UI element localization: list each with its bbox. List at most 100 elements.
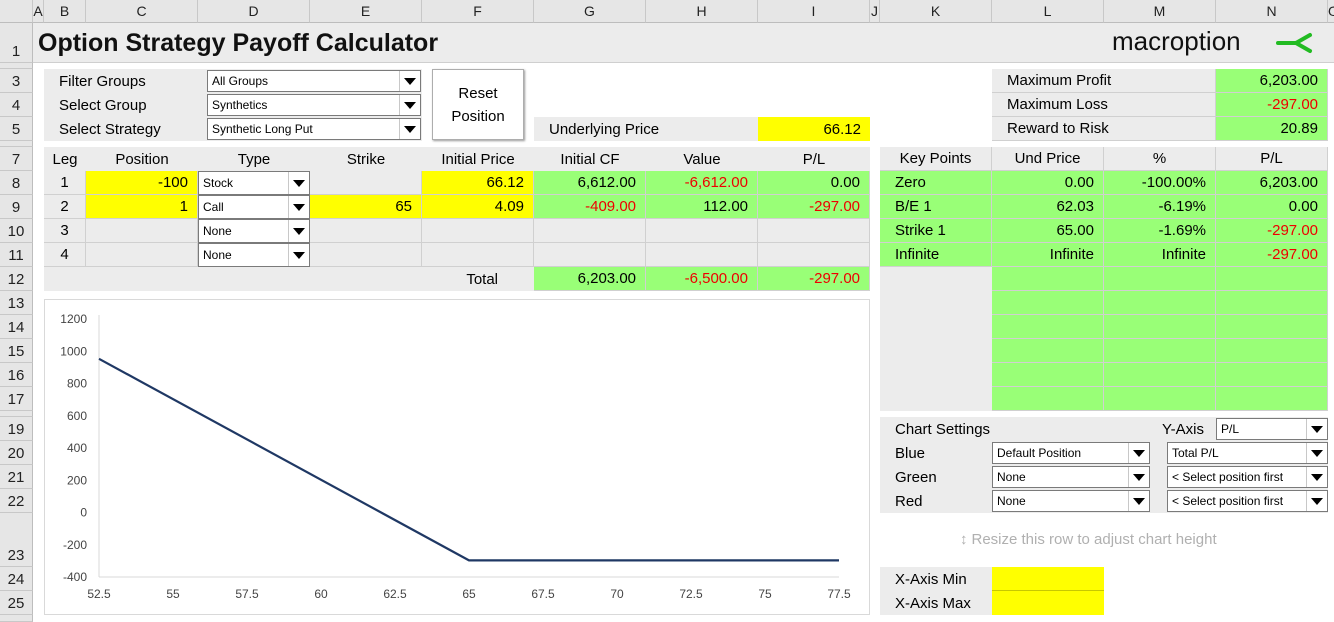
reward-to-risk-label: Reward to Risk bbox=[992, 117, 1216, 141]
col-header-h[interactable]: H bbox=[646, 0, 758, 23]
blue-position-dropdown[interactable]: Default Position bbox=[992, 442, 1150, 464]
chevron-down-icon[interactable] bbox=[288, 220, 309, 242]
chevron-down-icon[interactable] bbox=[1306, 419, 1327, 439]
row-header-5[interactable]: 5 bbox=[0, 117, 33, 141]
row-header-10[interactable]: 10 bbox=[0, 219, 33, 243]
chevron-down-icon[interactable] bbox=[288, 172, 309, 194]
leg-initial-price-input[interactable] bbox=[422, 219, 534, 243]
red-measure-dropdown[interactable]: < Select position first bbox=[1167, 490, 1328, 512]
col-pl-header: P/L bbox=[758, 147, 870, 171]
chevron-down-icon[interactable] bbox=[399, 95, 420, 115]
col-header-f[interactable]: F bbox=[422, 0, 534, 23]
leg-initial-price-input[interactable]: 66.12 bbox=[422, 171, 534, 195]
leg-pl bbox=[758, 243, 870, 267]
chevron-down-icon[interactable] bbox=[288, 244, 309, 266]
select-strategy-dropdown[interactable]: Synthetic Long Put bbox=[207, 118, 421, 140]
row-header-24[interactable]: 24 bbox=[0, 567, 33, 591]
leg-strike-input[interactable] bbox=[310, 243, 422, 267]
green-position-dropdown[interactable]: None bbox=[992, 466, 1150, 488]
row-header-1[interactable]: 1 bbox=[0, 23, 33, 63]
row-header-12[interactable]: 12 bbox=[0, 267, 33, 291]
chevron-down-icon[interactable] bbox=[1128, 467, 1149, 487]
col-header-n[interactable]: N bbox=[1216, 0, 1328, 23]
underlying-price-label: Underlying Price bbox=[534, 117, 758, 141]
leg-initial-price-input[interactable]: 4.09 bbox=[422, 195, 534, 219]
row-header-13[interactable]: 13 bbox=[0, 291, 33, 315]
row-header-8[interactable]: 8 bbox=[0, 171, 33, 195]
key-point-pct: Infinite bbox=[1104, 243, 1216, 267]
chevron-down-icon[interactable] bbox=[288, 196, 309, 218]
x-axis-max-input[interactable] bbox=[992, 591, 1104, 615]
y-tick-label: 200 bbox=[67, 473, 87, 487]
leg-type-dropdown[interactable]: Stock bbox=[198, 171, 310, 195]
row-header-9[interactable]: 9 bbox=[0, 195, 33, 219]
y-axis-dropdown[interactable]: P/L bbox=[1216, 418, 1328, 440]
chevron-down-icon[interactable] bbox=[399, 119, 420, 139]
reset-position-button[interactable]: Reset Position bbox=[432, 69, 524, 140]
row-header-21[interactable]: 21 bbox=[0, 465, 33, 489]
row-header-22[interactable]: 22 bbox=[0, 489, 33, 513]
leg-position-input[interactable] bbox=[86, 243, 198, 267]
row-header-14[interactable]: 14 bbox=[0, 315, 33, 339]
row-header-15[interactable]: 15 bbox=[0, 339, 33, 363]
red-position-dropdown[interactable]: None bbox=[992, 490, 1150, 512]
select-group-dropdown[interactable]: Synthetics bbox=[207, 94, 421, 116]
leg-strike-input[interactable]: 65 bbox=[310, 195, 422, 219]
x-axis-min-input[interactable] bbox=[992, 567, 1104, 591]
row-header-20[interactable]: 20 bbox=[0, 441, 33, 465]
row-header-4[interactable]: 4 bbox=[0, 93, 33, 117]
row-header-19[interactable]: 19 bbox=[0, 417, 33, 441]
leg-type-dropdown[interactable]: None bbox=[198, 219, 310, 243]
row-header-17[interactable]: 17 bbox=[0, 387, 33, 411]
chevron-down-icon[interactable] bbox=[1306, 467, 1327, 487]
leg-number: 1 bbox=[44, 171, 86, 195]
payoff-chart[interactable]: 1200 1000 800 600 400 200 0 -200 -400 52.5 55 57.5 6… bbox=[44, 299, 870, 615]
y-tick-label: 1000 bbox=[60, 344, 87, 358]
x-tick-label: 52.5 bbox=[87, 587, 111, 601]
col-header-c[interactable]: C bbox=[86, 0, 198, 23]
empty-key-point-labels bbox=[880, 267, 992, 411]
col-header-m[interactable]: M bbox=[1104, 0, 1216, 23]
col-header-j[interactable]: J bbox=[870, 0, 880, 23]
y-tick-label: -400 bbox=[63, 570, 87, 584]
col-header-k[interactable]: K bbox=[880, 0, 992, 23]
col-header-i[interactable]: I bbox=[758, 0, 870, 23]
chevron-down-icon[interactable] bbox=[1128, 491, 1149, 511]
select-all-corner[interactable] bbox=[0, 0, 33, 23]
row-header-25[interactable]: 25 bbox=[0, 591, 33, 615]
leg-type-dropdown[interactable]: Call bbox=[198, 195, 310, 219]
row-header-16[interactable]: 16 bbox=[0, 363, 33, 387]
leg-initial-cf: 6,612.00 bbox=[534, 171, 646, 195]
leg-initial-price-input[interactable] bbox=[422, 243, 534, 267]
col-header-o[interactable]: O bbox=[1328, 0, 1334, 23]
leg-strike-input[interactable] bbox=[310, 171, 422, 195]
leg-strike-input[interactable] bbox=[310, 219, 422, 243]
row-header-11[interactable]: 11 bbox=[0, 243, 33, 267]
leg-position-input[interactable] bbox=[86, 219, 198, 243]
col-header-g[interactable]: G bbox=[534, 0, 646, 23]
col-header-d[interactable]: D bbox=[198, 0, 310, 23]
col-header-l[interactable]: L bbox=[992, 0, 1104, 23]
green-measure-dropdown[interactable]: < Select position first bbox=[1167, 466, 1328, 488]
col-position-header: Position bbox=[86, 147, 198, 171]
filter-groups-dropdown[interactable]: All Groups bbox=[207, 70, 421, 92]
underlying-price-input[interactable]: 66.12 bbox=[758, 117, 870, 141]
leg-type-dropdown[interactable]: None bbox=[198, 243, 310, 267]
row-header-23[interactable]: 23 bbox=[0, 513, 33, 567]
col-header-a[interactable]: A bbox=[33, 0, 44, 23]
col-header-b[interactable]: B bbox=[44, 0, 86, 23]
col-header-e[interactable]: E bbox=[310, 0, 422, 23]
row-header-26[interactable] bbox=[0, 615, 33, 622]
row-header-3[interactable]: 3 bbox=[0, 69, 33, 93]
chevron-down-icon[interactable] bbox=[1306, 491, 1327, 511]
leg-position-input[interactable]: -100 bbox=[86, 171, 198, 195]
leg-position-input[interactable]: 1 bbox=[86, 195, 198, 219]
key-point-pl: 6,203.00 bbox=[1216, 171, 1328, 195]
chevron-down-icon[interactable] bbox=[1306, 443, 1327, 463]
blue-measure-dropdown[interactable]: Total P/L bbox=[1167, 442, 1328, 464]
chevron-down-icon[interactable] bbox=[1128, 443, 1149, 463]
row-header-7[interactable]: 7 bbox=[0, 147, 33, 171]
resize-arrows-icon: ↕ bbox=[960, 531, 968, 548]
x-tick-label: 57.5 bbox=[235, 587, 259, 601]
chevron-down-icon[interactable] bbox=[399, 71, 420, 91]
